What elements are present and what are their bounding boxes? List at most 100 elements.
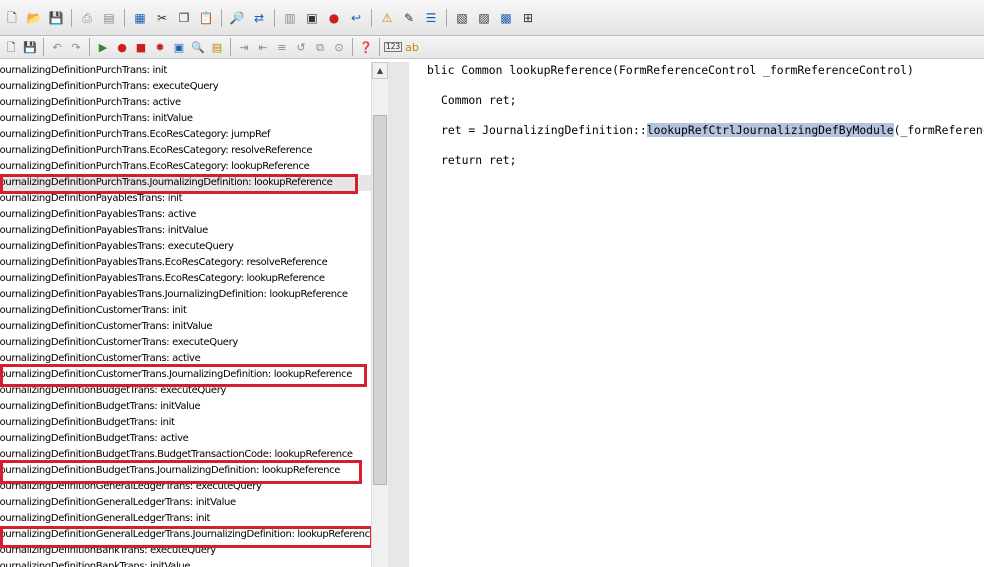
pane-splitter[interactable] bbox=[388, 62, 409, 567]
tree-item[interactable]: JournalizingDefinitionGeneralLedgerTrans… bbox=[0, 495, 236, 511]
tree-item[interactable]: JournalizingDefinitionBudgetTrans: execu… bbox=[0, 383, 226, 399]
help-icon[interactable]: ❓ bbox=[357, 38, 375, 56]
compile-icon[interactable]: ▣ bbox=[170, 38, 188, 56]
redo-icon[interactable]: ↷ bbox=[67, 38, 85, 56]
code-line: return ret; bbox=[441, 153, 517, 167]
remove-breakpoint-icon[interactable]: ■ bbox=[132, 38, 150, 56]
tree-item[interactable]: JournalizingDefinitionPayablesTrans: act… bbox=[0, 207, 196, 223]
scroll-up-arrow[interactable]: ▲ bbox=[372, 62, 388, 79]
toolbar-separator bbox=[274, 8, 275, 27]
toolbar-separator bbox=[89, 38, 90, 56]
number-format-icon[interactable]: 123 bbox=[383, 38, 403, 56]
tree-item[interactable]: JournalizingDefinitionBudgetTrans: initV… bbox=[0, 399, 201, 415]
save-icon[interactable]: 💾 bbox=[46, 8, 66, 28]
back-icon[interactable]: ↩ bbox=[346, 8, 366, 28]
toolbar-separator bbox=[221, 8, 222, 27]
lookup-icon[interactable]: 🔍 bbox=[189, 38, 207, 56]
toolbar-separator bbox=[230, 38, 231, 56]
code-editor[interactable]: blic Common lookupReference(FormReferenc… bbox=[409, 62, 984, 567]
view-icon[interactable]: ▥ bbox=[280, 8, 300, 28]
uncomment-icon[interactable]: ↺ bbox=[292, 38, 310, 56]
tree-item[interactable]: JournalizingDefinitionBudgetTrans.Budget… bbox=[0, 447, 353, 463]
toolbar-separator bbox=[371, 8, 372, 27]
list-icon[interactable]: ☰ bbox=[421, 8, 441, 28]
tree-item[interactable]: JournalizingDefinitionPurchTrans.EcoResC… bbox=[0, 159, 310, 175]
selected-text: lookupRefCtrlJournalizingDefByModule bbox=[646, 123, 894, 137]
tree-item[interactable]: JournalizingDefinitionCustomerTrans: exe… bbox=[0, 335, 238, 351]
form-icon[interactable]: ▧ bbox=[452, 8, 472, 28]
tree-item[interactable]: JournalizingDefinitionCustomerTrans: ini… bbox=[0, 319, 213, 335]
print-preview-icon[interactable]: ▤ bbox=[99, 8, 119, 28]
tree-item[interactable]: JournalizingDefinitionCustomerTrans: ini… bbox=[0, 303, 187, 319]
tree-item[interactable]: JournalizingDefinitionPayablesTrans.EcoR… bbox=[0, 271, 325, 287]
copy-icon[interactable]: ❐ bbox=[174, 8, 194, 28]
links-icon[interactable]: ⧉ bbox=[311, 38, 329, 56]
scroll-thumb[interactable] bbox=[373, 115, 387, 485]
report-icon[interactable]: ▨ bbox=[474, 8, 494, 28]
tree-item[interactable]: JournalizingDefinitionPurchTrans: init bbox=[0, 63, 167, 79]
toolbar-separator bbox=[352, 38, 353, 56]
tree-item[interactable]: JournalizingDefinitionPayablesTrans: exe… bbox=[0, 239, 234, 255]
links-icon[interactable]: ⊙ bbox=[330, 38, 348, 56]
tree-item[interactable]: JournalizingDefinitionPayablesTrans.EcoR… bbox=[0, 255, 328, 271]
tree-item[interactable]: JournalizingDefinitionPurchTrans: execut… bbox=[0, 79, 219, 95]
toolbar-separator bbox=[43, 38, 44, 56]
properties-icon[interactable]: ▦ bbox=[130, 8, 150, 28]
run-icon[interactable]: ▶ bbox=[94, 38, 112, 56]
tree-item[interactable]: JournalizingDefinitionBankTrans: initVal… bbox=[0, 559, 191, 567]
tree-item[interactable]: JournalizingDefinitionGeneralLedgerTrans… bbox=[0, 511, 210, 527]
code-line: Common ret; bbox=[441, 93, 517, 107]
query-icon[interactable]: ▩ bbox=[496, 8, 516, 28]
tree-scrollbar[interactable]: ▲ bbox=[371, 62, 388, 567]
code-line: blic Common lookupReference(FormReferenc… bbox=[427, 63, 914, 77]
alert-icon[interactable]: ⚠ bbox=[377, 8, 397, 28]
spell-check-icon[interactable]: ab bbox=[403, 38, 421, 56]
new-icon[interactable]: 🗋 bbox=[2, 38, 20, 56]
stop-icon[interactable]: ● bbox=[324, 8, 344, 28]
tree-item[interactable]: JournalizingDefinitionPayablesTrans.Jour… bbox=[0, 287, 348, 303]
tree-item[interactable]: JournalizingDefinitionPurchTrans.EcoResC… bbox=[0, 143, 313, 159]
find-icon[interactable]: 🔎 bbox=[227, 8, 247, 28]
code-token: ret = JournalizingDefinition:: bbox=[441, 123, 647, 137]
paste-icon[interactable]: 📋 bbox=[196, 8, 216, 28]
debug-icon[interactable]: ✹ bbox=[151, 38, 169, 56]
toolbar-separator bbox=[124, 8, 125, 27]
tree-item[interactable]: JournalizingDefinitionBankTrans: execute… bbox=[0, 543, 216, 559]
code-token: (_formReferenceControl bbox=[893, 123, 984, 137]
tree-item[interactable]: JournalizingDefinitionBudgetTrans: init bbox=[0, 415, 175, 431]
tree-item[interactable]: JournalizingDefinitionGeneralLedgerTrans… bbox=[0, 527, 371, 543]
tree-item[interactable]: JournalizingDefinitionPurchTrans: initVa… bbox=[0, 111, 193, 127]
comment-icon[interactable]: ≡ bbox=[273, 38, 291, 56]
indent-icon[interactable]: ⇥ bbox=[235, 38, 253, 56]
tree-item[interactable]: JournalizingDefinitionBudgetTrans.Journa… bbox=[0, 463, 340, 479]
tree-item[interactable]: JournalizingDefinitionPurchTrans.Journal… bbox=[0, 175, 371, 191]
toolbar-separator bbox=[71, 8, 72, 27]
method-list: JournalizingDefinitionPurchTrans: init Jo… bbox=[0, 60, 371, 567]
tree-item[interactable]: JournalizingDefinitionBudgetTrans: activ… bbox=[0, 431, 189, 447]
open-icon[interactable]: 📂 bbox=[24, 8, 44, 28]
tree-item[interactable]: JournalizingDefinitionGeneralLedgerTrans… bbox=[0, 479, 262, 495]
tree-item[interactable]: JournalizingDefinitionPayablesTrans: ini… bbox=[0, 223, 208, 239]
toolbar-separator bbox=[446, 8, 447, 27]
new-icon[interactable]: 🗋 bbox=[2, 8, 22, 28]
save-icon[interactable]: 💾 bbox=[21, 38, 39, 56]
tree-item[interactable]: JournalizingDefinitionCustomerTrans.Jour… bbox=[0, 367, 352, 383]
code-line: ret = JournalizingDefinition::lookupRefC… bbox=[441, 122, 984, 138]
editor-toolbar: 🗋 💾 ↶ ↷ ▶ ● ■ ✹ ▣ 🔍 ▤ ⇥ ⇤ ≡ ↺ ⧉ ⊙ ❓ 123 … bbox=[0, 36, 984, 59]
main-toolbar: 🗋 📂 💾 ⎙ ▤ ▦ ✂ ❐ 📋 🔎 ⇄ ▥ ▣ ● ↩ ⚠ ✎ ☰ ▧ ▨ … bbox=[0, 0, 984, 36]
breakpoint-icon[interactable]: ● bbox=[113, 38, 131, 56]
script-icon[interactable]: ▤ bbox=[208, 38, 226, 56]
tree-item[interactable]: JournalizingDefinitionCustomerTrans: act… bbox=[0, 351, 201, 367]
compile-icon[interactable]: ▣ bbox=[302, 8, 322, 28]
edit-icon[interactable]: ✎ bbox=[399, 8, 419, 28]
table-icon[interactable]: ⊞ bbox=[518, 8, 538, 28]
tree-item[interactable]: JournalizingDefinitionPurchTrans.EcoResC… bbox=[0, 127, 270, 143]
outdent-icon[interactable]: ⇤ bbox=[254, 38, 272, 56]
toolbar-separator bbox=[379, 38, 380, 56]
print-icon[interactable]: ⎙ bbox=[77, 8, 97, 28]
replace-icon[interactable]: ⇄ bbox=[249, 8, 269, 28]
tree-item[interactable]: JournalizingDefinitionPurchTrans: active bbox=[0, 95, 181, 111]
undo-icon[interactable]: ↶ bbox=[48, 38, 66, 56]
tree-item[interactable]: JournalizingDefinitionPayablesTrans: ini… bbox=[0, 191, 183, 207]
cut-icon[interactable]: ✂ bbox=[152, 8, 172, 28]
